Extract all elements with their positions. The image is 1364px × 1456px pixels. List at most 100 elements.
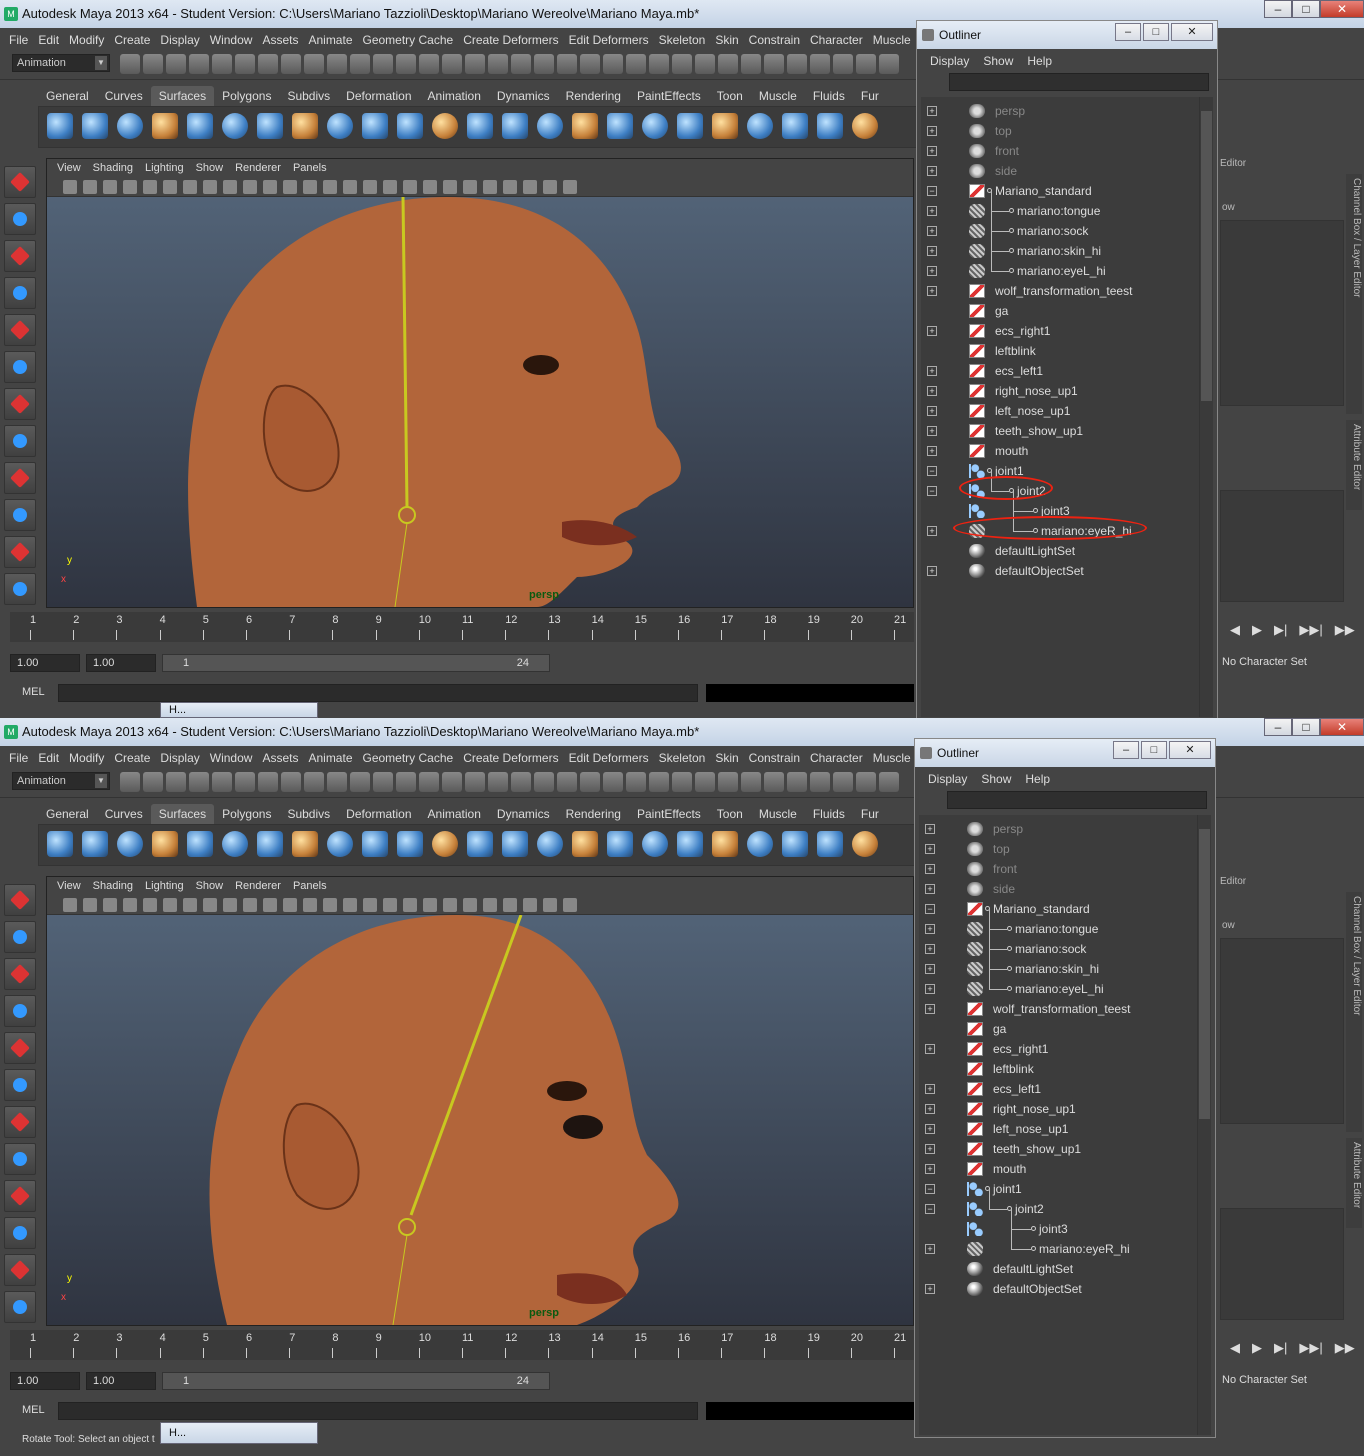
- layer-editor[interactable]: [1220, 490, 1344, 602]
- surface-tool-icon[interactable]: [642, 113, 668, 139]
- outliner-item-left-nose-up1[interactable]: + left_nose_up1: [919, 1119, 1199, 1139]
- menu-character[interactable]: Character: [805, 30, 868, 50]
- shelf-tab-general[interactable]: General: [38, 86, 97, 106]
- viewport-menu-view[interactable]: View: [51, 877, 87, 895]
- status-tool-icon[interactable]: [350, 772, 370, 792]
- playback-icon[interactable]: ◀: [1230, 1340, 1240, 1356]
- surface-tool-icon[interactable]: [292, 831, 318, 857]
- surface-tool-icon[interactable]: [572, 113, 598, 139]
- status-tool-icon[interactable]: [350, 54, 370, 74]
- manipulator-icon[interactable]: [4, 388, 36, 420]
- menu-assets[interactable]: Assets: [257, 30, 303, 50]
- surface-tool-icon[interactable]: [677, 113, 703, 139]
- status-tool-icon[interactable]: [580, 54, 600, 74]
- surface-tool-icon[interactable]: [817, 831, 843, 857]
- status-tool-icon[interactable]: [166, 772, 186, 792]
- outliner-item-ecs-right1[interactable]: + ecs_right1: [919, 1039, 1199, 1059]
- tab-attribute-editor[interactable]: Attribute Editor: [1346, 1138, 1362, 1228]
- menu-file[interactable]: File: [4, 748, 33, 768]
- show-manip-icon[interactable]: [4, 462, 36, 494]
- shelf-tab-toon[interactable]: Toon: [709, 86, 751, 106]
- surface-tool-icon[interactable]: [152, 113, 178, 139]
- shelf-tab-painteffects[interactable]: PaintEffects: [629, 86, 709, 106]
- surface-tool-icon[interactable]: [432, 113, 458, 139]
- shelf-tab-toon[interactable]: Toon: [709, 804, 751, 824]
- status-tool-icon[interactable]: [879, 54, 899, 74]
- surface-tool-icon[interactable]: [292, 113, 318, 139]
- surface-tool-icon[interactable]: [537, 831, 563, 857]
- menu-display[interactable]: Display: [155, 748, 204, 768]
- outliner-item-mouth[interactable]: + mouth: [919, 1159, 1199, 1179]
- viewport-toggle-icon[interactable]: [283, 898, 297, 912]
- status-tool-icon[interactable]: [419, 54, 439, 74]
- viewport-toggle-icon[interactable]: [543, 898, 557, 912]
- outliner-scrollbar[interactable]: [1197, 815, 1211, 1435]
- viewport-toggle-icon[interactable]: [563, 180, 577, 194]
- character-set-label[interactable]: No Character Set: [1222, 1374, 1307, 1386]
- shelf-tab-curves[interactable]: Curves: [97, 804, 151, 824]
- outliner-minimize-button[interactable]: –: [1115, 23, 1141, 41]
- status-tool-icon[interactable]: [258, 772, 278, 792]
- status-tool-icon[interactable]: [534, 772, 554, 792]
- minimized-window[interactable]: H...: [160, 702, 318, 718]
- outliner-layout-icon[interactable]: [4, 1291, 36, 1323]
- status-tool-icon[interactable]: [741, 54, 761, 74]
- viewport-toggle-icon[interactable]: [243, 180, 257, 194]
- move-tool-icon[interactable]: [4, 277, 36, 309]
- shelf-tab-fluids[interactable]: Fluids: [805, 86, 853, 106]
- surface-tool-icon[interactable]: [607, 831, 633, 857]
- outliner-menu-help[interactable]: Help: [1020, 51, 1059, 71]
- start-range-field[interactable]: 1.00: [86, 654, 156, 672]
- status-tool-icon[interactable]: [534, 54, 554, 74]
- menu-assets[interactable]: Assets: [257, 748, 303, 768]
- outliner-item-mariano-standard[interactable]: − Mariano_standard: [919, 899, 1199, 919]
- expand-icon[interactable]: +: [927, 386, 937, 396]
- surface-tool-icon[interactable]: [467, 113, 493, 139]
- status-tool-icon[interactable]: [327, 54, 347, 74]
- outliner-filter-field[interactable]: [947, 791, 1207, 809]
- playback-icon[interactable]: ▶|: [1274, 1340, 1287, 1356]
- outliner-item-teeth-show-up1[interactable]: + teeth_show_up1: [921, 421, 1201, 441]
- viewport-toggle-icon[interactable]: [263, 898, 277, 912]
- viewport-persp[interactable]: View Shading Lighting Show Renderer Panels yx…: [46, 158, 914, 608]
- expand-icon[interactable]: +: [925, 1004, 935, 1014]
- shelf-tab-general[interactable]: General: [38, 804, 97, 824]
- playback-icon[interactable]: ▶: [1252, 1340, 1262, 1356]
- expand-icon[interactable]: +: [925, 1124, 935, 1134]
- shelf-tab-fur[interactable]: Fur: [853, 804, 887, 824]
- viewport-toggle-icon[interactable]: [483, 180, 497, 194]
- outliner-item-mariano-sock[interactable]: + mariano:sock: [919, 929, 1199, 959]
- surface-tool-icon[interactable]: [572, 831, 598, 857]
- status-tool-icon[interactable]: [235, 54, 255, 74]
- outliner-menu-display[interactable]: Display: [923, 51, 976, 71]
- surface-tool-icon[interactable]: [782, 113, 808, 139]
- playback-icon[interactable]: ▶▶: [1335, 622, 1355, 638]
- outliner-scrollbar[interactable]: [1199, 97, 1213, 717]
- expand-icon[interactable]: +: [925, 824, 935, 834]
- viewport-toggle-icon[interactable]: [423, 180, 437, 194]
- scale-tool-icon[interactable]: [4, 1069, 36, 1101]
- viewport-toggle-icon[interactable]: [463, 180, 477, 194]
- outliner-item-side[interactable]: + side: [921, 161, 1201, 181]
- menu-skin[interactable]: Skin: [710, 30, 743, 50]
- menu-skeleton[interactable]: Skeleton: [654, 30, 711, 50]
- status-tool-icon[interactable]: [718, 54, 738, 74]
- surface-tool-icon[interactable]: [327, 831, 353, 857]
- outliner-list[interactable]: + persp + top + front + side − Mariano_standard + m…: [921, 97, 1201, 717]
- status-tool-icon[interactable]: [787, 54, 807, 74]
- outliner-item-defaultobjectset[interactable]: + defaultObjectSet: [921, 561, 1201, 581]
- viewport-toggle-icon[interactable]: [363, 898, 377, 912]
- expand-icon[interactable]: +: [925, 1084, 935, 1094]
- lasso-tool-icon[interactable]: [4, 203, 36, 235]
- surface-tool-icon[interactable]: [257, 113, 283, 139]
- viewport-toggle-icon[interactable]: [423, 898, 437, 912]
- menu-file[interactable]: File: [4, 30, 33, 50]
- status-tool-icon[interactable]: [488, 772, 508, 792]
- time-slider[interactable]: 1 2 3 4 5 6 7 8 9 10 11 12 13 14 15 16 17 18 19 20 21: [10, 612, 914, 642]
- playback-icon[interactable]: ▶▶|: [1299, 622, 1322, 638]
- status-tool-icon[interactable]: [856, 772, 876, 792]
- status-tool-icon[interactable]: [281, 772, 301, 792]
- menu-constrain[interactable]: Constrain: [744, 748, 805, 768]
- menu-muscle[interactable]: Muscle: [868, 748, 916, 768]
- outliner-item-mariano-standard[interactable]: − Mariano_standard: [921, 181, 1201, 201]
